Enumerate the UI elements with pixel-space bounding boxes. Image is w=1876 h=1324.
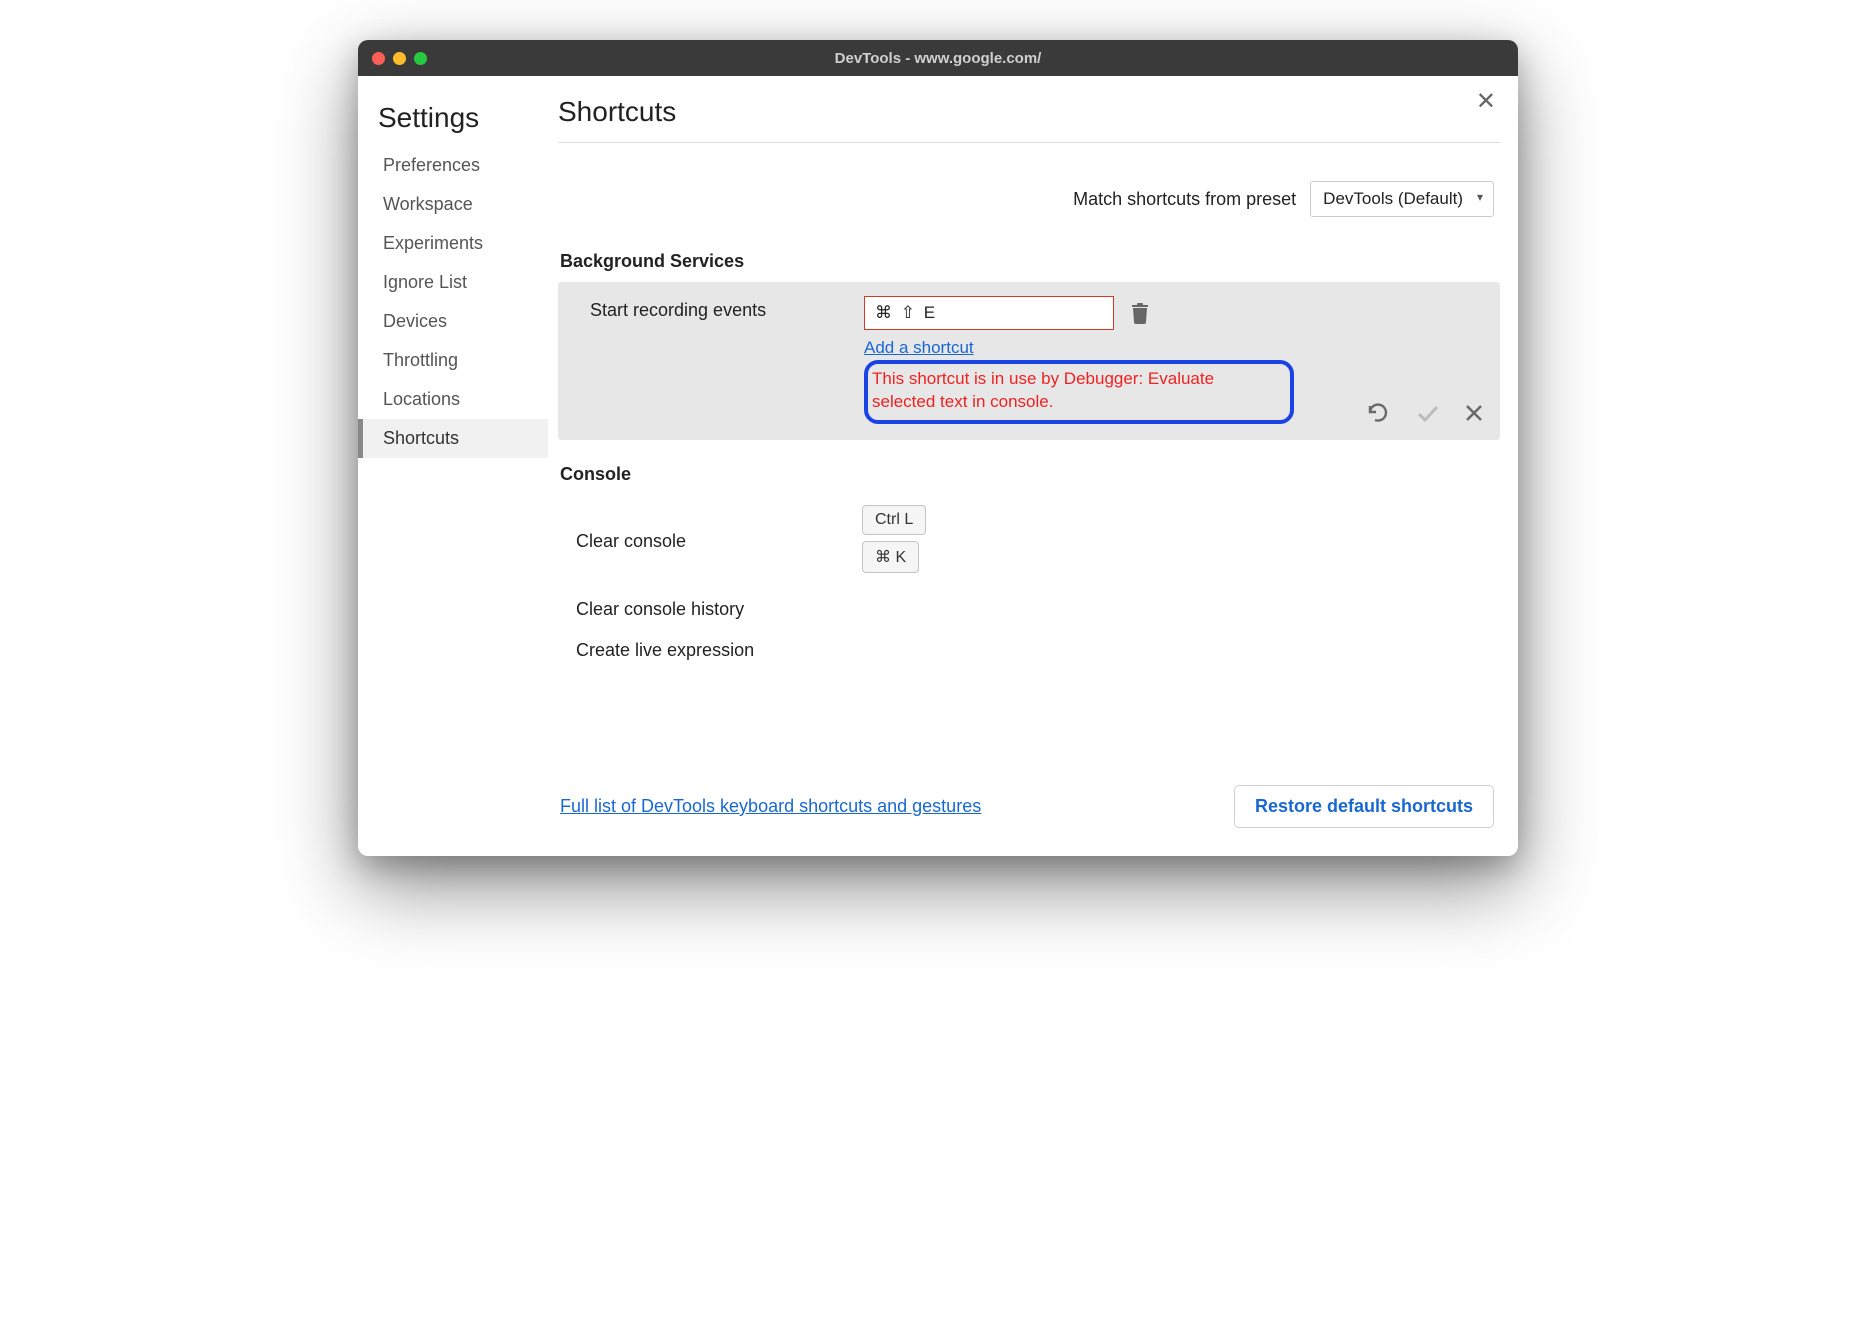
section-header-console: Console: [558, 458, 1500, 495]
shortcut-row-create-live-expression[interactable]: Create live expression: [558, 630, 1500, 671]
sidebar-item-ignore-list[interactable]: Ignore List: [358, 263, 548, 302]
key-list: Ctrl L ⌘ K: [862, 505, 934, 579]
footer: Full list of DevTools keyboard shortcuts…: [558, 761, 1500, 832]
warning-text: This shortcut is in use by Debugger: Eva…: [872, 368, 1278, 414]
shortcut-edit-block: Start recording events ⌘ ⇧ E Add a short…: [558, 282, 1500, 440]
sidebar-title: Settings: [358, 96, 548, 146]
sidebar-item-shortcuts[interactable]: Shortcuts: [358, 419, 548, 458]
window-minimize-button[interactable]: [393, 52, 406, 65]
sidebar-item-workspace[interactable]: Workspace: [358, 185, 548, 224]
traffic-lights: [372, 52, 427, 65]
row-label: Clear console: [576, 531, 862, 552]
confirm-icon[interactable]: [1416, 402, 1440, 424]
close-icon[interactable]: ✕: [1476, 90, 1496, 114]
preset-row: Match shortcuts from preset DevTools (De…: [558, 143, 1500, 245]
sidebar-item-devices[interactable]: Devices: [358, 302, 548, 341]
shortcut-input[interactable]: ⌘ ⇧ E: [864, 296, 1114, 330]
sidebar-item-preferences[interactable]: Preferences: [358, 146, 548, 185]
sidebar-item-locations[interactable]: Locations: [358, 380, 548, 419]
preset-select[interactable]: DevTools (Default): [1310, 181, 1494, 217]
row-label: Create live expression: [576, 640, 862, 661]
cancel-icon[interactable]: [1464, 403, 1484, 423]
row-label: Clear console history: [576, 599, 862, 620]
shortcut-row-clear-console-history[interactable]: Clear console history: [558, 589, 1500, 630]
preset-label: Match shortcuts from preset: [1073, 189, 1296, 210]
main-panel: Shortcuts Match shortcuts from preset De…: [548, 76, 1518, 856]
key-chip: Ctrl L: [862, 505, 926, 535]
undo-icon[interactable]: [1366, 402, 1392, 424]
devtools-settings-window: DevTools - www.google.com/ ✕ Settings Pr…: [358, 40, 1518, 856]
sidebar: Settings Preferences Workspace Experimen…: [358, 76, 548, 856]
sidebar-item-experiments[interactable]: Experiments: [358, 224, 548, 263]
section-header-background-services: Background Services: [558, 245, 1500, 282]
window-close-button[interactable]: [372, 52, 385, 65]
window-zoom-button[interactable]: [414, 52, 427, 65]
trash-icon[interactable]: [1130, 302, 1150, 324]
key-chip: ⌘ K: [862, 541, 919, 573]
page-title: Shortcuts: [558, 96, 1500, 143]
titlebar: DevTools - www.google.com/: [358, 40, 1518, 76]
preset-select-value: DevTools (Default): [1323, 189, 1463, 208]
content: ✕ Settings Preferences Workspace Experim…: [358, 76, 1518, 856]
window-title: DevTools - www.google.com/: [358, 50, 1518, 67]
shortcut-conflict-warning: This shortcut is in use by Debugger: Eva…: [864, 360, 1294, 424]
shortcut-row-clear-console[interactable]: Clear console Ctrl L ⌘ K: [558, 495, 1500, 589]
full-shortcut-list-link[interactable]: Full list of DevTools keyboard shortcuts…: [560, 796, 981, 817]
shortcut-row-label: Start recording events: [574, 296, 844, 321]
restore-defaults-button[interactable]: Restore default shortcuts: [1234, 785, 1494, 828]
sidebar-item-throttling[interactable]: Throttling: [358, 341, 548, 380]
add-shortcut-link[interactable]: Add a shortcut: [864, 330, 1484, 358]
edit-action-icons: [1366, 402, 1484, 424]
